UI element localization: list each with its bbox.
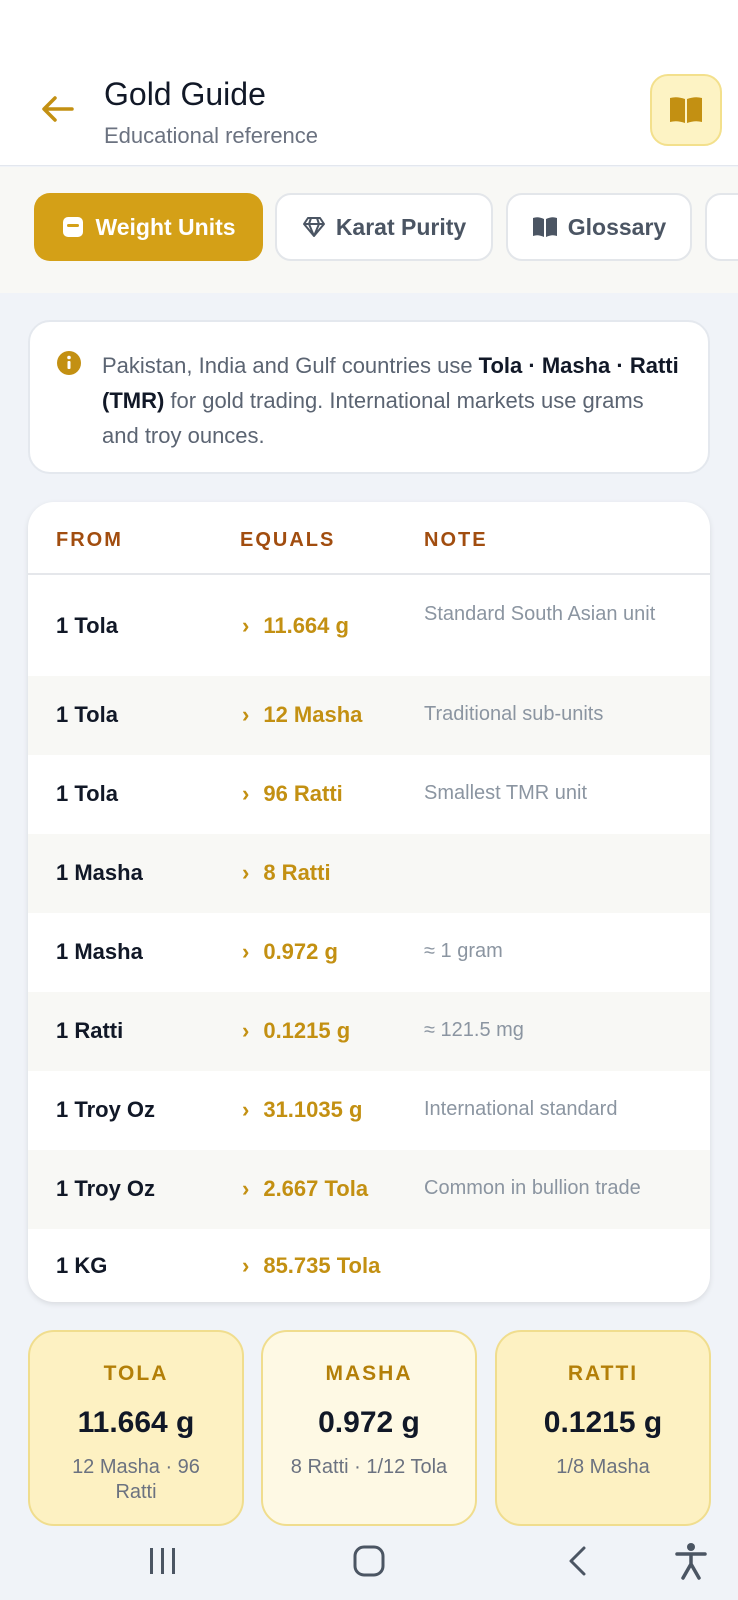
table-row: 1 KG › 85.735 Tola xyxy=(28,1229,710,1302)
chevron-right-icon: › xyxy=(242,1176,250,1201)
reference-book-button[interactable] xyxy=(650,74,722,146)
row-from: 1 Troy Oz xyxy=(56,1097,156,1122)
row-note: Common in bullion trade xyxy=(424,1177,641,1199)
tab-more[interactable] xyxy=(705,193,738,261)
tab-label: Glossary xyxy=(567,213,667,240)
chevron-right-icon: › xyxy=(242,1018,250,1043)
row-note: ≈ 1 gram xyxy=(424,940,503,962)
table-row: 1 Tola › 11.664 g Standard South Asian un… xyxy=(28,577,710,676)
conversion-table: FROM EQUALS NOTE 1 Tola › 11.664 g Standa… xyxy=(28,502,710,1302)
row-equals: › 2.667 Tola xyxy=(242,1176,369,1201)
tab-karat-purity[interactable]: Karat Purity xyxy=(275,193,493,261)
row-from: 1 Troy Oz xyxy=(56,1176,156,1201)
unit-card-masha: MASHA 0.972 g 8 Ratti · 1/12 Tola xyxy=(261,1330,477,1526)
unit-value: 0.1215 g xyxy=(543,1406,663,1439)
row-note: Traditional sub-units xyxy=(424,703,604,725)
unit-label: RATTI xyxy=(567,1362,639,1385)
table-row: 1 Troy Oz › 31.1035 g International stand… xyxy=(28,1071,710,1150)
unit-subtext: 8 Ratti · 1/12 Tola xyxy=(290,1456,448,1478)
row-equals: › 8 Ratti xyxy=(242,860,331,885)
row-equals: › 31.1035 g xyxy=(242,1097,363,1122)
chevron-right-icon: › xyxy=(242,939,250,964)
unit-subtext: 12 Masha · 96 Ratti xyxy=(72,1456,200,1503)
column-header-equals: EQUALS xyxy=(240,529,336,551)
row-from: 1 Tola xyxy=(56,613,118,638)
tab-label: Weight Units xyxy=(95,213,236,240)
row-equals: › 96 Ratti xyxy=(242,781,343,806)
back-button[interactable] xyxy=(36,88,78,130)
unit-value: 11.664 g xyxy=(77,1406,195,1439)
chevron-right-icon: › xyxy=(242,613,250,638)
page-subtitle: Educational reference xyxy=(104,123,319,148)
recent-apps-button[interactable] xyxy=(138,1536,188,1586)
book-icon xyxy=(532,217,557,237)
row-equals: › 11.664 g xyxy=(242,613,349,638)
tab-label: Karat Purity xyxy=(335,213,467,240)
row-equals: › 85.735 Tola xyxy=(242,1253,381,1278)
row-note: ≈ 121.5 mg xyxy=(424,1019,524,1041)
column-header-from: FROM xyxy=(56,529,123,551)
row-from: 1 Ratti xyxy=(56,1018,124,1043)
table-row: 1 Tola › 96 Ratti Smallest TMR unit xyxy=(28,755,710,834)
tab-glossary[interactable]: Glossary xyxy=(506,193,692,261)
weight-icon xyxy=(63,217,84,237)
category-tabs: Weight Units Karat Purity Glossary xyxy=(0,167,738,293)
table-row: 1 Tola › 12 Masha Traditional sub-units xyxy=(28,676,710,755)
table-row: 1 Masha › 0.972 g ≈ 1 gram xyxy=(28,913,710,992)
unit-card-ratti: RATTI 0.1215 g 1/8 Masha xyxy=(495,1330,711,1526)
chevron-right-icon: › xyxy=(242,781,250,806)
table-row: 1 Ratti › 0.1215 g ≈ 121.5 mg xyxy=(28,992,710,1071)
info-icon xyxy=(57,351,81,375)
accessibility-button[interactable] xyxy=(666,1536,716,1586)
row-note: International standard xyxy=(424,1098,618,1120)
row-from: 1 Masha xyxy=(56,860,143,885)
home-icon xyxy=(353,1545,385,1577)
row-from: 1 Tola xyxy=(56,702,118,727)
recent-apps-icon xyxy=(150,1548,175,1574)
book-open-icon xyxy=(670,97,702,123)
unit-subtext: 1/8 Masha xyxy=(556,1456,650,1478)
chevron-right-icon: › xyxy=(242,1097,250,1122)
unit-label: MASHA xyxy=(325,1362,413,1385)
row-from: 1 Masha xyxy=(56,939,143,964)
unit-label: TOLA xyxy=(103,1362,169,1385)
app-header: Gold Guide Educational reference xyxy=(0,0,738,166)
table-row: 1 Troy Oz › 2.667 Tola Common in bullion … xyxy=(28,1150,710,1229)
row-note: Smallest TMR unit xyxy=(424,782,588,804)
chevron-right-icon: › xyxy=(242,702,250,727)
unit-card-tola: TOLA 11.664 g 12 Masha · 96 Ratti xyxy=(28,1330,244,1526)
info-card: Pakistan, India and Gulf countries use T… xyxy=(28,320,710,474)
system-nav-bar xyxy=(0,1526,738,1600)
row-equals: › 12 Masha xyxy=(242,702,363,727)
table-row: 1 Masha › 8 Ratti xyxy=(28,834,710,913)
row-equals: › 0.1215 g xyxy=(242,1018,351,1043)
row-equals: › 0.972 g xyxy=(242,939,338,964)
arrow-left-icon xyxy=(42,96,74,122)
row-from: 1 KG xyxy=(56,1253,108,1278)
unit-value: 0.972 g xyxy=(318,1406,420,1439)
chevron-left-icon xyxy=(569,1546,586,1576)
row-note: Standard South Asian unit xyxy=(424,603,656,625)
tab-weight-units[interactable]: Weight Units xyxy=(34,193,263,261)
info-text: Pakistan, India and Gulf countries use T… xyxy=(102,353,679,448)
system-back-button[interactable] xyxy=(552,1536,602,1586)
row-from: 1 Tola xyxy=(56,781,118,806)
table-header: FROM EQUALS NOTE xyxy=(28,502,710,575)
chevron-right-icon: › xyxy=(242,860,250,885)
diamond-icon xyxy=(302,217,325,237)
chevron-right-icon: › xyxy=(242,1253,250,1278)
column-header-note: NOTE xyxy=(424,529,488,551)
page-title: Gold Guide xyxy=(104,76,266,112)
home-button[interactable] xyxy=(344,1536,394,1586)
accessibility-icon xyxy=(675,1543,707,1580)
